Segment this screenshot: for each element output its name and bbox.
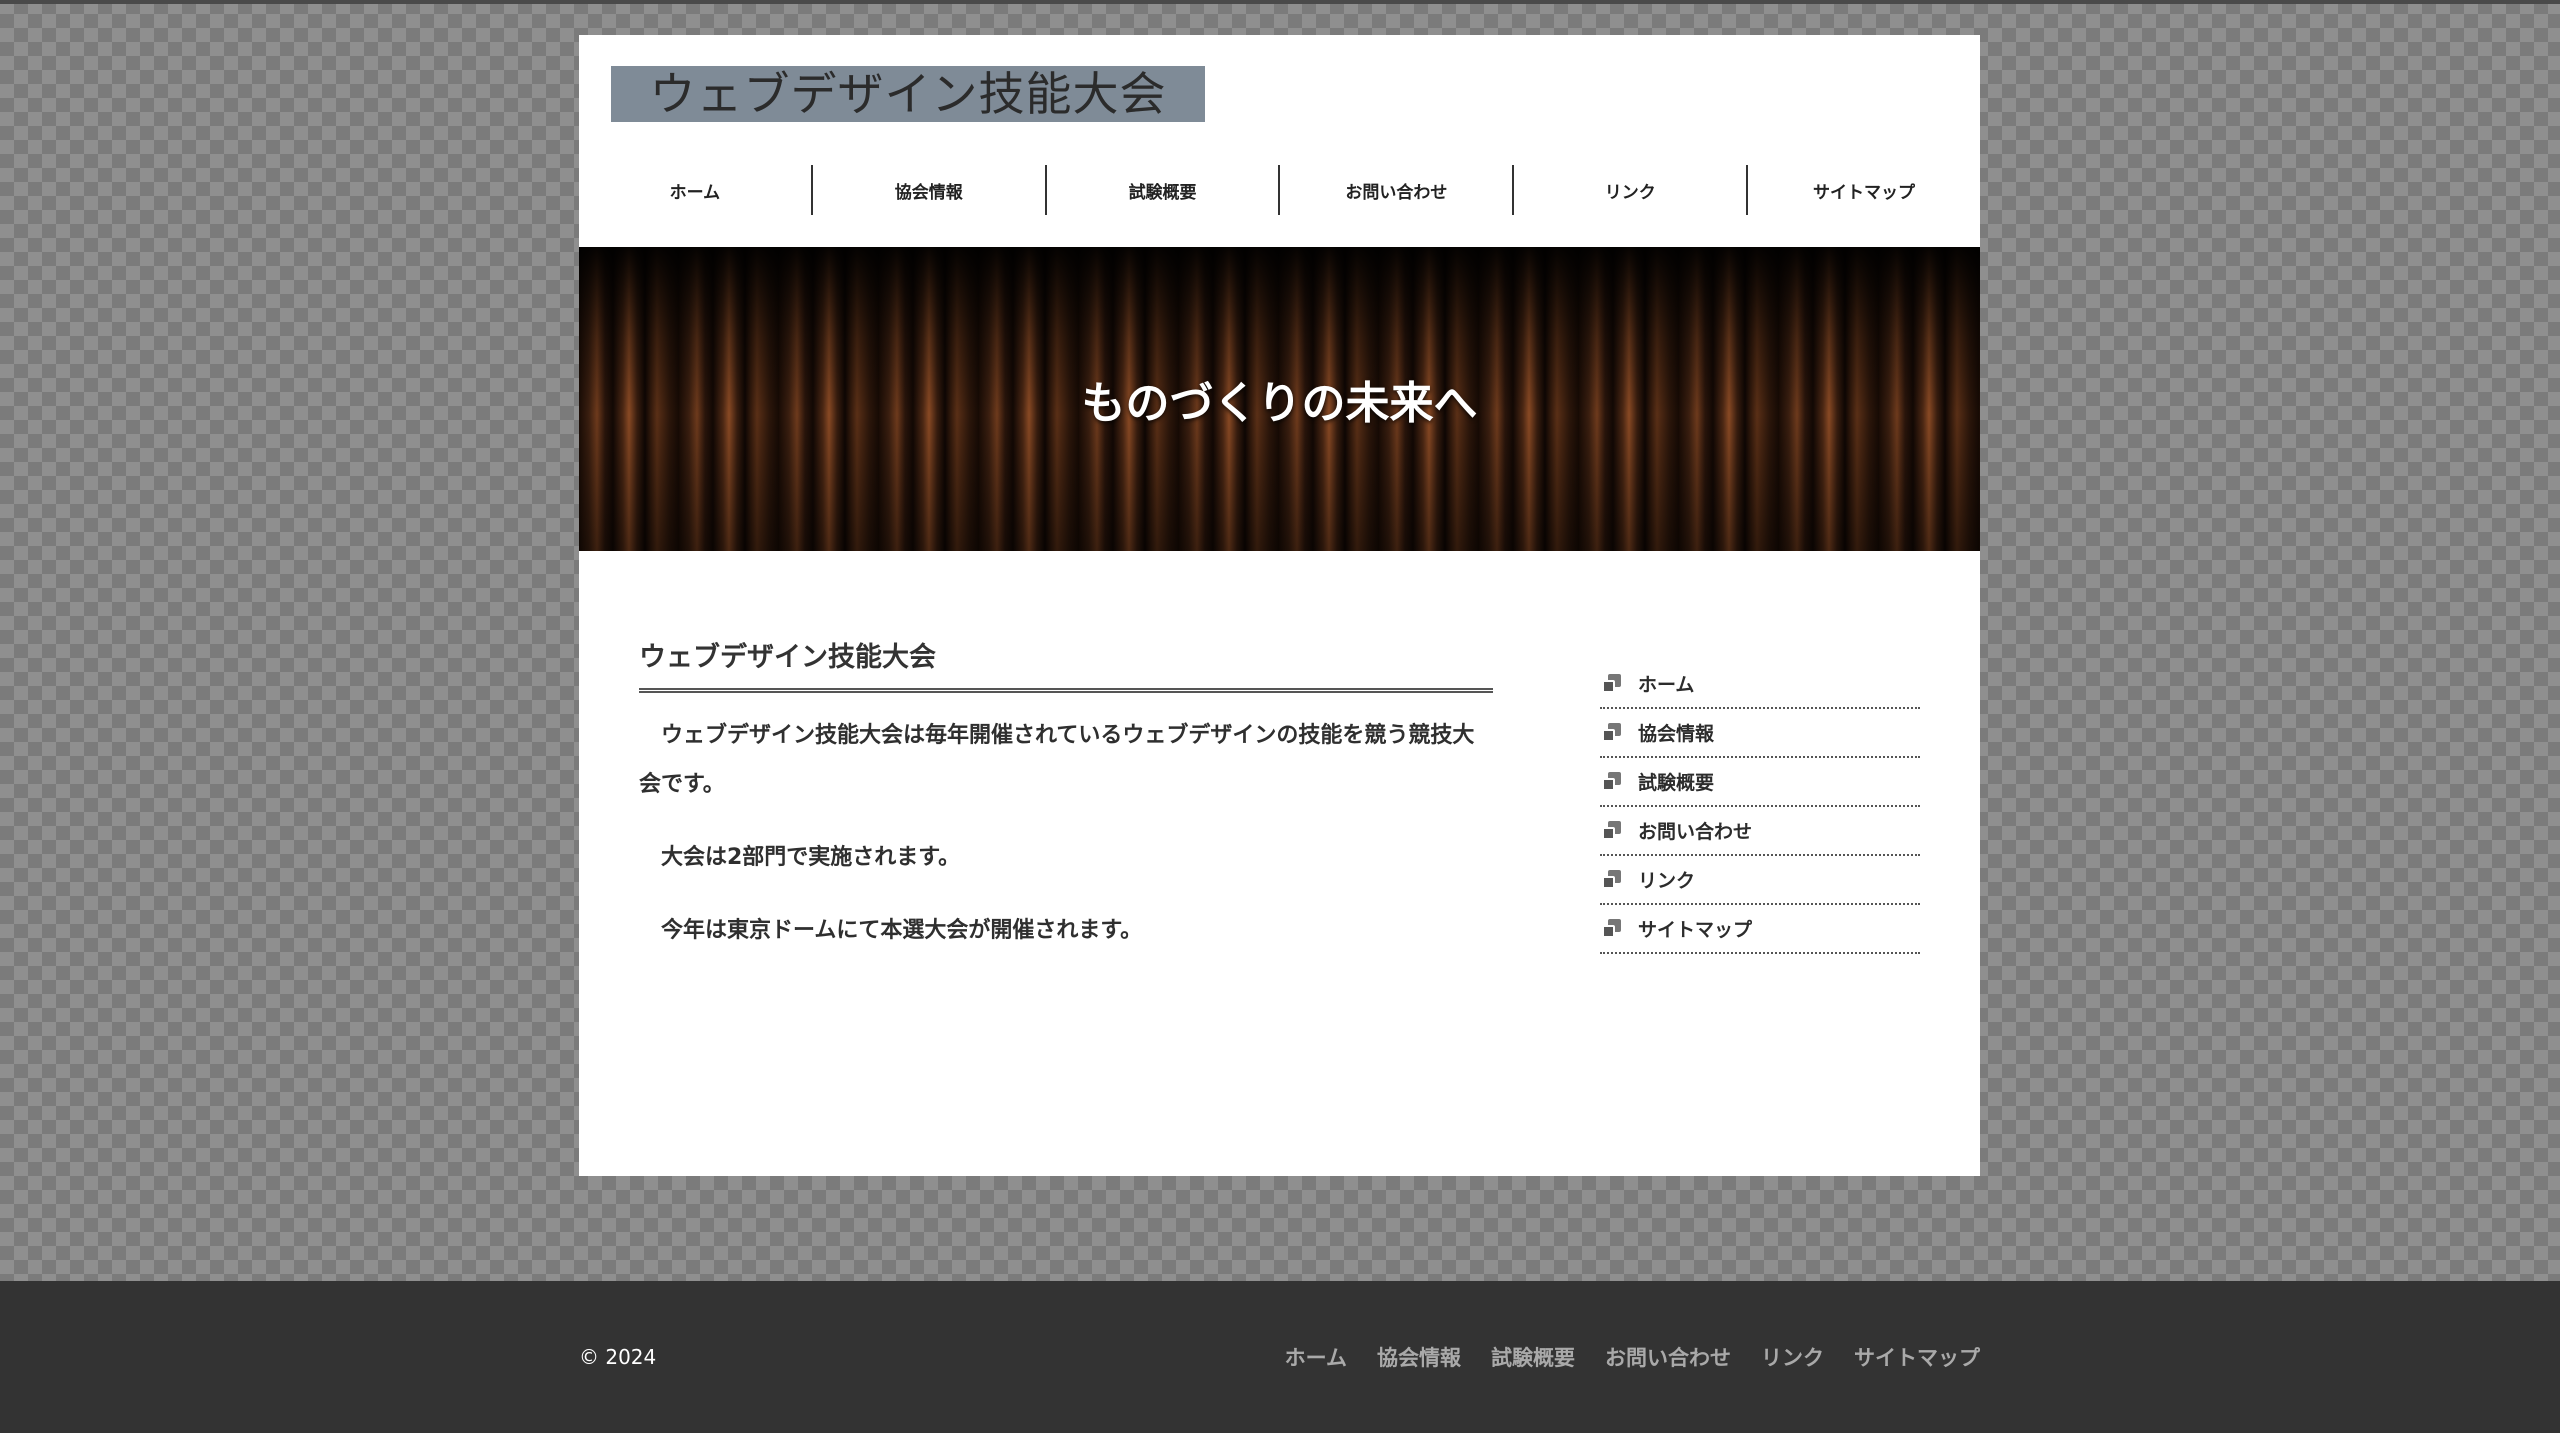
side-nav-item-exam-overview[interactable]: 試験概要 [1600, 758, 1920, 807]
main-content: ウェブデザイン技能大会 ウェブデザイン技能大会は毎年開催されているウェブデザイン… [639, 635, 1493, 955]
stacked-squares-icon [1602, 918, 1622, 939]
site-logo[interactable]: ウェブデザイン技能大会 [611, 66, 1205, 122]
global-nav-item-association[interactable]: 協会情報 [810, 165, 1045, 215]
global-nav-item-home[interactable]: ホーム [579, 165, 811, 215]
footer-link-association[interactable]: 協会情報 [1377, 1342, 1461, 1372]
side-nav-item-label: ホーム [1638, 674, 1695, 696]
side-nav-item-label: サイトマップ [1638, 919, 1753, 941]
side-nav-item-links[interactable]: リンク [1600, 856, 1920, 905]
main-paragraph: ウェブデザイン技能大会は毎年開催されているウェブデザインの技能を競う競技大会です… [639, 723, 1475, 797]
side-nav-item-association[interactable]: 協会情報 [1600, 709, 1920, 758]
global-nav-item-links[interactable]: リンク [1512, 165, 1746, 215]
global-nav: ホーム 協会情報 試験概要 お問い合わせ リンク サイトマップ [579, 165, 1980, 215]
footer-link-links[interactable]: リンク [1761, 1342, 1824, 1372]
stacked-squares-icon [1602, 771, 1622, 792]
global-nav-item-exam-overview[interactable]: 試験概要 [1044, 165, 1279, 215]
side-nav-item-label: 協会情報 [1638, 723, 1715, 745]
side-nav-item-home[interactable]: ホーム [1600, 660, 1920, 709]
hero-title: ものづくりの未来へ [1081, 378, 1478, 429]
copyright-text: © 2024 [579, 1345, 657, 1369]
page-container: ウェブデザイン技能大会 ホーム 協会情報 試験概要 お問い合わせ リンク サイト… [579, 35, 1980, 1176]
main-paragraph: 今年は東京ドームにて本選大会が開催されます。 [661, 918, 1143, 943]
window-top-border [0, 0, 2560, 4]
footer-link-sitemap[interactable]: サイトマップ [1854, 1342, 1980, 1372]
footer-link-home[interactable]: ホーム [1285, 1342, 1347, 1372]
stacked-squares-icon [1602, 673, 1622, 694]
footer-link-exam-overview[interactable]: 試験概要 [1491, 1342, 1575, 1372]
stacked-squares-icon [1602, 722, 1622, 743]
stacked-squares-icon [1602, 869, 1622, 890]
footer-link-contact[interactable]: お問い合わせ [1605, 1342, 1731, 1372]
side-nav: ホーム 協会情報 試験概要 お問い合わせ リンク サイトマップ [1600, 660, 1920, 954]
site-footer: © 2024 ホーム 協会情報 試験概要 お問い合わせ リンク サイトマップ [0, 1281, 2560, 1433]
hero-banner: ものづくりの未来へ [579, 247, 1980, 551]
stacked-squares-icon [1602, 820, 1622, 841]
footer-nav: ホーム 協会情報 試験概要 お問い合わせ リンク サイトマップ [1285, 1281, 1980, 1433]
side-nav-item-label: リンク [1638, 870, 1696, 892]
global-nav-item-contact[interactable]: お問い合わせ [1278, 165, 1512, 215]
global-nav-item-sitemap[interactable]: サイトマップ [1746, 165, 1980, 215]
main-paragraph: 大会は2部門で実施されます。 [661, 845, 961, 870]
side-nav-item-contact[interactable]: お問い合わせ [1600, 807, 1920, 856]
side-nav-item-label: お問い合わせ [1638, 821, 1753, 843]
side-nav-item-label: 試験概要 [1638, 772, 1715, 794]
side-nav-item-sitemap[interactable]: サイトマップ [1600, 905, 1920, 954]
main-heading: ウェブデザイン技能大会 [639, 635, 1493, 693]
